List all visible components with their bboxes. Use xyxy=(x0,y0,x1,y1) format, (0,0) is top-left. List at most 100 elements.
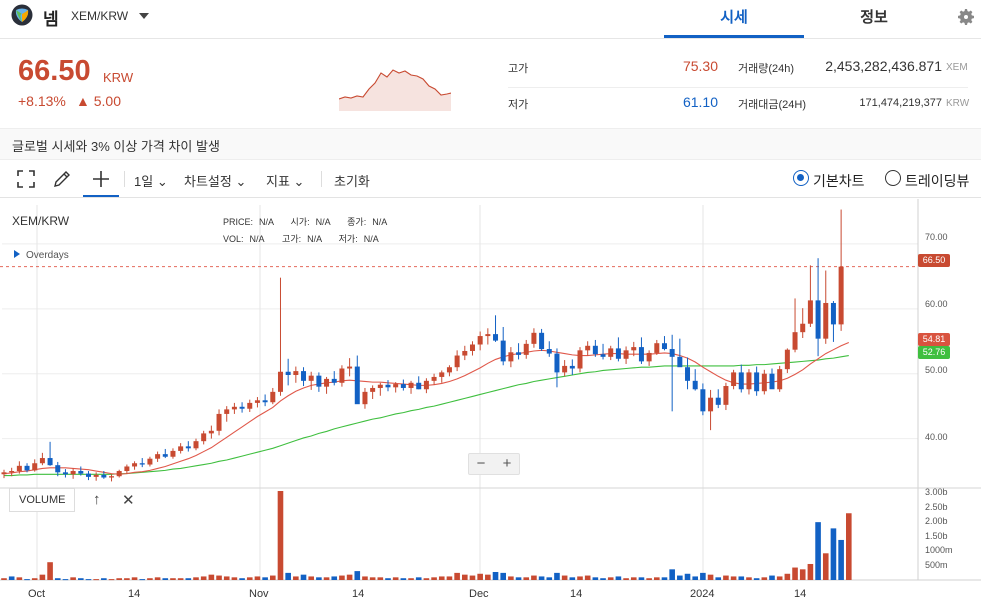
ohlc-close-label: 종가: xyxy=(347,217,367,227)
candlestick-chart[interactable] xyxy=(0,199,981,604)
candle-body xyxy=(139,463,145,465)
candle-body xyxy=(654,343,660,353)
candle-body xyxy=(393,384,399,388)
radio-tradingview-label[interactable]: 트레이딩뷰 xyxy=(905,171,969,191)
interval-dropdown[interactable]: 1일 ⌄ xyxy=(134,171,168,190)
candle-body xyxy=(362,391,368,405)
volume-bar xyxy=(707,574,714,580)
volume-bar xyxy=(254,576,261,580)
volume-axis-label: 3.00b xyxy=(925,487,948,497)
volume-close-button[interactable]: ✕ xyxy=(122,491,135,509)
gear-icon[interactable] xyxy=(956,7,976,27)
candle-body xyxy=(39,458,45,464)
volume-bar xyxy=(469,575,476,580)
volume-bar xyxy=(830,528,837,580)
candle-body xyxy=(669,349,675,357)
volume-bar xyxy=(646,578,652,580)
chart-settings-dropdown[interactable]: 차트설정 ⌄ xyxy=(184,171,246,190)
volume-bar xyxy=(308,576,314,580)
volume-bar xyxy=(285,572,291,580)
coin-pair[interactable]: XEM/KRW xyxy=(71,9,128,23)
candle-body xyxy=(316,375,322,387)
candle-body xyxy=(385,384,391,388)
chart-area[interactable]: XEM/KRW PRICE: N/A 시가: N/A 종가: N/A VOL: N/A … xyxy=(0,199,981,604)
overdays-marker[interactable]: Overdays xyxy=(14,250,69,261)
time-axis-label: 2024 xyxy=(690,588,715,600)
candle-body xyxy=(708,397,714,412)
tab-price[interactable]: 시세 xyxy=(664,6,804,27)
volume-bar xyxy=(431,577,437,580)
volume-bar xyxy=(638,577,645,580)
volume-bar xyxy=(185,578,192,580)
volume-bar xyxy=(600,578,606,580)
candle-body xyxy=(16,465,22,472)
candle-body xyxy=(408,382,414,388)
candle-body xyxy=(815,300,821,339)
volume-bar xyxy=(239,578,245,580)
volume-bar xyxy=(231,577,238,580)
pencil-icon[interactable] xyxy=(52,169,72,189)
candle-body xyxy=(147,458,153,465)
ohlc-price-label: PRICE: xyxy=(223,217,254,227)
ma-short-tag: 54.81 xyxy=(918,333,950,346)
exchange-page: { "header": { "coin_name": "넴", "pair": … xyxy=(0,0,981,604)
candle-body xyxy=(608,348,614,357)
high-label: 고가 xyxy=(508,63,529,75)
volume-bar xyxy=(692,576,698,580)
price-axis-label: 70.00 xyxy=(925,232,948,242)
volume-bar xyxy=(677,575,683,580)
time-axis-label: Dec xyxy=(469,588,489,600)
ma-long-tag: 52.76 xyxy=(918,346,950,359)
volume-bar xyxy=(822,553,829,580)
volume-bar xyxy=(200,576,207,580)
volume-bar xyxy=(362,576,368,580)
toolbar-divider xyxy=(124,171,125,187)
candle-body xyxy=(646,352,652,362)
volume-bar xyxy=(477,573,483,580)
caret-down-icon[interactable] xyxy=(137,10,151,22)
candle-body xyxy=(431,376,437,381)
volume-bar xyxy=(93,579,99,581)
reset-button[interactable]: 초기화 xyxy=(334,171,370,190)
radio-tradingview[interactable] xyxy=(885,170,901,186)
tab-info[interactable]: 정보 xyxy=(804,6,944,27)
candle-body xyxy=(78,471,84,474)
price-axis-label: 60.00 xyxy=(925,299,948,309)
candle-body xyxy=(493,334,499,341)
radio-basic-chart[interactable] xyxy=(793,170,809,186)
volume-bar xyxy=(746,577,752,580)
candle-body xyxy=(254,400,260,403)
volume-bar xyxy=(492,571,499,580)
ohlc-vol: N/A xyxy=(249,234,265,244)
nem-logo-icon xyxy=(11,4,33,26)
volume-bar xyxy=(538,576,545,580)
candle-body xyxy=(784,349,790,370)
candle-body xyxy=(9,471,15,473)
volume-bar xyxy=(131,577,138,580)
crosshair-icon[interactable] xyxy=(91,169,111,189)
volume-axis-label: 1.50b xyxy=(925,531,948,541)
volume-bar xyxy=(807,563,814,580)
chevron-down-icon: ⌄ xyxy=(156,174,168,189)
candle-body xyxy=(800,323,806,333)
candle-body xyxy=(201,433,207,442)
low-label: 저가 xyxy=(508,99,529,111)
candle-body xyxy=(615,348,621,359)
fullscreen-icon[interactable] xyxy=(16,169,36,189)
volume-move-up-button[interactable]: ↑ xyxy=(93,491,101,508)
candle-body xyxy=(132,463,138,467)
zoom-out-button[interactable]: − xyxy=(470,455,492,472)
volume-value: 2,453,282,436.871 xyxy=(825,58,942,74)
volume-bar xyxy=(85,579,92,581)
candle-body xyxy=(577,350,583,369)
volume-bar xyxy=(78,578,84,580)
chart-toolbar: 1일 ⌄ 차트설정 ⌄ 지표 ⌄ 초기화 기본차트 트레이딩뷰 xyxy=(0,160,981,198)
candle-body xyxy=(769,373,775,390)
volume-bar xyxy=(776,576,783,580)
indicators-dropdown[interactable]: 지표 ⌄ xyxy=(266,171,304,190)
active-tool-indicator xyxy=(83,195,119,197)
candle-body xyxy=(685,367,691,381)
volume-bar xyxy=(454,572,460,580)
zoom-in-button[interactable]: + xyxy=(496,455,518,472)
radio-basic-chart-label[interactable]: 기본차트 xyxy=(813,171,865,191)
